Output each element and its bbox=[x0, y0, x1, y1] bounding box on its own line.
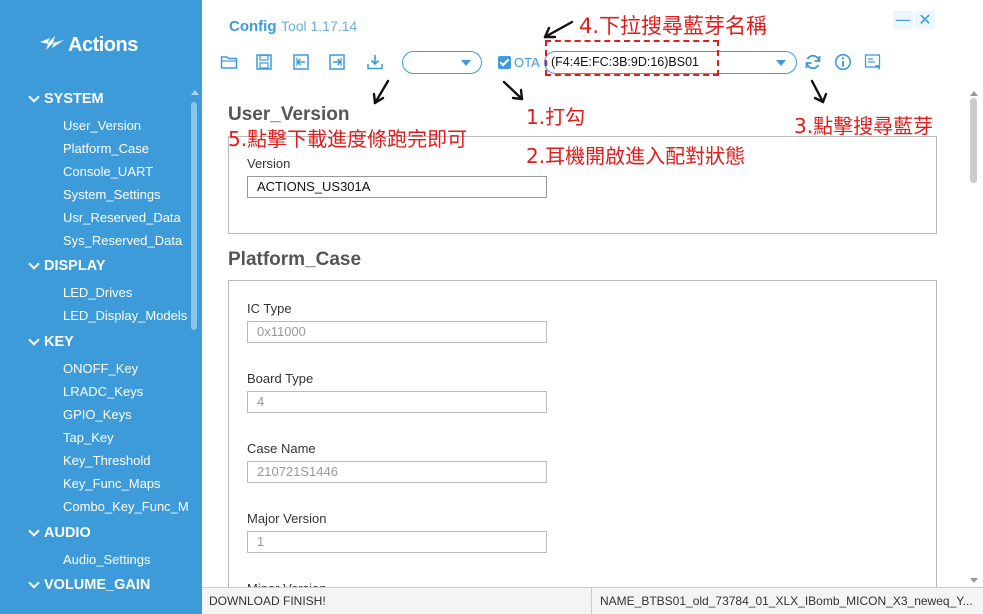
arrow-step5 bbox=[372, 79, 390, 105]
arrow-step4 bbox=[543, 20, 574, 39]
arrow-step3 bbox=[810, 79, 828, 104]
annotation-arrows bbox=[372, 20, 828, 105]
config-tool-window: Actions SYSTEM User_Version Platform_Case C… bbox=[0, 0, 983, 614]
arrow-step1 bbox=[502, 80, 524, 101]
